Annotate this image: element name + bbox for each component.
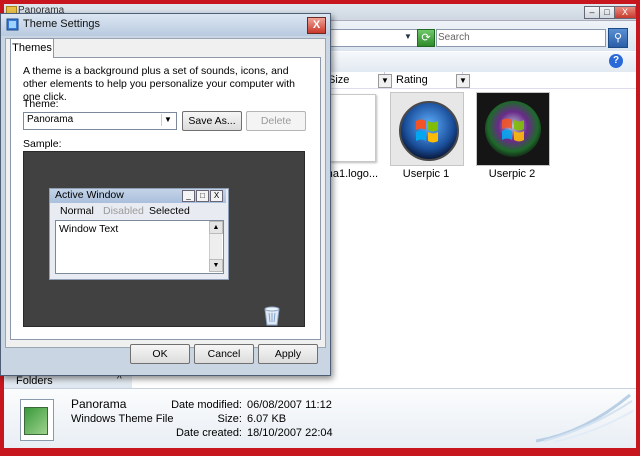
sample-window-title: Active Window — [55, 189, 124, 201]
file-thumbnail-userpic-2[interactable] — [476, 92, 550, 166]
chevron-down-icon[interactable]: ▼ — [378, 74, 392, 88]
chevron-down-icon: ▼ — [209, 259, 223, 272]
sample-maximize-icon: □ — [196, 190, 209, 202]
recycle-bin-icon — [264, 306, 280, 326]
ok-button[interactable]: OK — [130, 344, 190, 364]
details-file-type: Windows Theme File — [71, 413, 174, 425]
column-header-rating[interactable]: Rating — [392, 72, 463, 88]
swoosh-decoration — [535, 393, 634, 443]
theme-file-icon-art — [24, 407, 48, 435]
details-date-modified: 06/08/2007 11:12 — [247, 399, 332, 411]
sample-menu-disabled: Disabled — [103, 205, 144, 217]
chevron-down-icon[interactable]: ▼ — [404, 32, 412, 41]
apply-button[interactable]: Apply — [258, 344, 318, 364]
sample-window-text: Window Text — [59, 223, 119, 235]
details-pane: Panorama Windows Theme File Date modifie… — [4, 388, 636, 448]
chevron-down-icon[interactable]: ▼ — [456, 74, 470, 88]
sample-minimize-icon: _ — [182, 190, 195, 202]
search-icon[interactable]: ⚲ — [608, 28, 628, 48]
file-label[interactable]: Userpic 1 — [381, 168, 471, 180]
file-label[interactable]: Userpic 2 — [467, 168, 557, 180]
refresh-icon[interactable]: ⟳ — [417, 29, 435, 47]
sample-label: Sample: — [23, 138, 62, 150]
save-as-button[interactable]: Save As... — [182, 111, 242, 131]
details-date-created-label: Date created: — [175, 427, 242, 439]
file-thumbnail-logo[interactable] — [330, 94, 376, 162]
details-file-name: Panorama — [71, 397, 127, 411]
details-size-label: Size: — [217, 413, 242, 425]
sample-close-icon: X — [210, 190, 223, 202]
theme-label: Theme: — [23, 98, 59, 110]
help-icon[interactable]: ? — [609, 54, 623, 68]
chevron-up-icon: ▲ — [209, 221, 223, 234]
delete-button[interactable]: Delete — [246, 111, 306, 131]
minimize-button[interactable]: – — [584, 6, 600, 19]
close-button[interactable]: X — [614, 6, 636, 19]
folders-label: Folders — [16, 375, 53, 387]
file-thumbnail-userpic-1[interactable] — [390, 92, 464, 166]
cancel-button[interactable]: Cancel — [194, 344, 254, 364]
sample-menu-selected: Selected — [149, 205, 190, 217]
details-size: 6.07 KB — [247, 413, 287, 425]
details-date-modified-label: Date modified: — [171, 399, 242, 411]
maximize-button[interactable]: □ — [599, 6, 615, 19]
dialog-icon — [6, 18, 19, 31]
theme-select-value: Panorama — [27, 114, 74, 125]
windows-orb-icon — [485, 101, 541, 157]
dialog-close-button[interactable]: X — [307, 17, 326, 34]
column-headers: Size ▼ Rating ▼ — [324, 72, 636, 89]
theme-description: A theme is a background plus a set of so… — [23, 65, 295, 103]
tab-themes[interactable]: Themes — [10, 38, 54, 58]
search-input[interactable] — [438, 30, 578, 44]
windows-orb-icon — [399, 101, 459, 161]
sample-menu-normal: Normal — [60, 205, 94, 217]
chevron-down-icon[interactable]: ▼ — [161, 114, 174, 126]
column-header-rating-label: Rating — [396, 74, 428, 86]
dialog-titlebar[interactable]: Theme Settings X — [1, 14, 330, 36]
details-date-created: 18/10/2007 22:04 — [247, 427, 333, 439]
theme-settings-dialog: Theme Settings X Themes A theme is a bac… — [0, 13, 331, 376]
column-header-size-label: Size — [328, 74, 350, 86]
dialog-title: Theme Settings — [23, 18, 101, 30]
column-header-size[interactable]: Size — [324, 72, 385, 88]
